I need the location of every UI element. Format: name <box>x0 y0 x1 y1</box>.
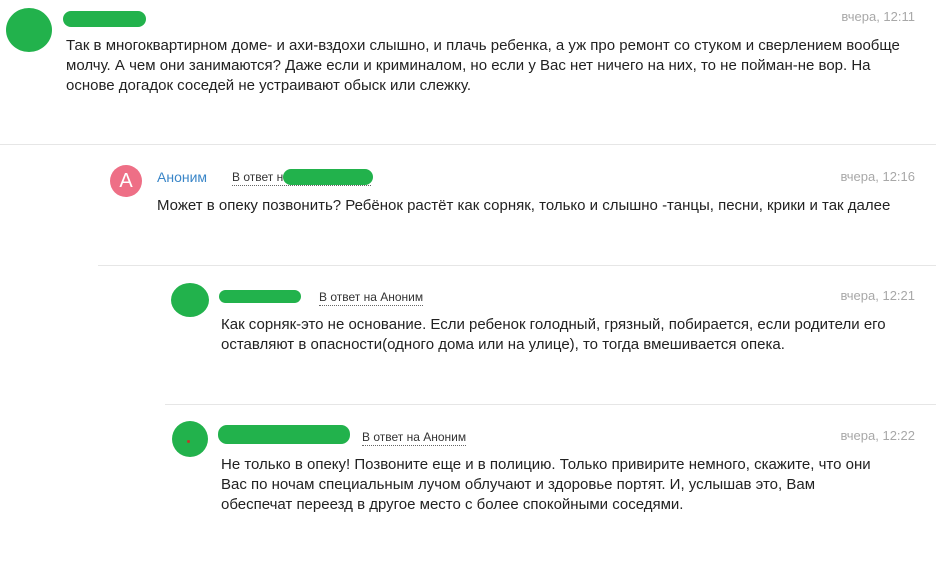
avatar-redacted[interactable] <box>171 283 209 317</box>
avatar-letter[interactable]: А <box>110 165 142 197</box>
avatar-redacted[interactable] <box>6 8 52 52</box>
comment-2: А Аноним В ответ на вчера, 12:16 Может в… <box>0 145 949 265</box>
author-name-redacted[interactable] <box>219 290 301 303</box>
reply-to-link[interactable]: В ответ на Аноним <box>319 290 424 306</box>
comment-timestamp: вчера, 12:21 <box>840 288 915 303</box>
comment-text: Так в многоквартирном доме- и ахи-вздохи… <box>66 37 900 94</box>
comment-4: В ответ на Аноним вчера, 12:22 Не только… <box>0 405 949 563</box>
avatar-letter-text: А <box>119 169 133 192</box>
comment-timestamp: вчера, 12:11 <box>841 9 915 24</box>
reply-to-link[interactable]: В ответ на Аноним <box>362 430 467 446</box>
comment-timestamp: вчера, 12:16 <box>840 169 915 184</box>
reply-to-label: В ответ на <box>232 170 290 184</box>
comment-1: вчера, 12:11 Так в многоквартирном доме-… <box>0 0 949 140</box>
comment-3: В ответ на Аноним вчера, 12:21 Как сорня… <box>0 266 949 404</box>
avatar-redacted[interactable] <box>172 421 208 457</box>
comment-timestamp: вчера, 12:22 <box>840 428 915 443</box>
reply-to-name-redacted <box>283 169 373 185</box>
comment-text: Может в опеку позвонить? Ребёнок растёт … <box>157 197 891 214</box>
author-name-redacted[interactable] <box>63 11 146 27</box>
comment-text: Не только в опеку! Позвоните еще и в пол… <box>221 456 871 513</box>
author-name-redacted[interactable] <box>218 425 350 444</box>
avatar-marker-icon <box>187 440 190 443</box>
comment-text: Как сорняк-это не основание. Если ребено… <box>221 316 886 353</box>
author-name-link[interactable]: Аноним <box>157 169 207 185</box>
